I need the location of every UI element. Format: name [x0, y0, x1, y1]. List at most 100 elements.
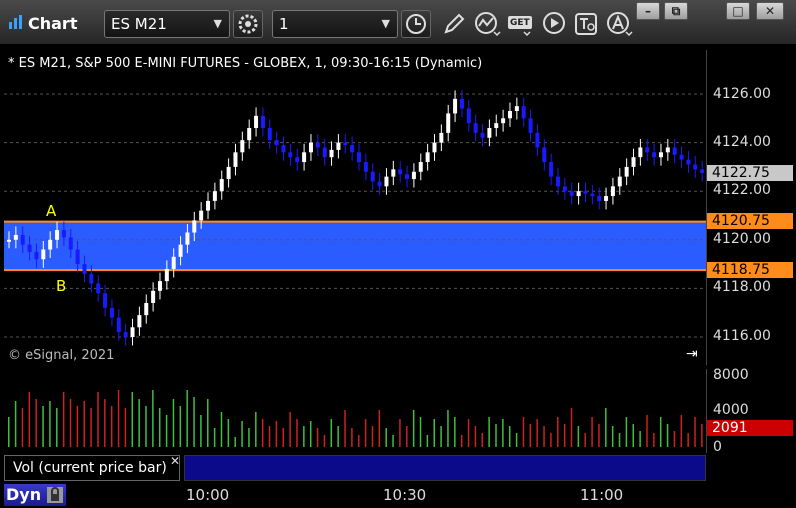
- volume-bar: [110, 406, 113, 447]
- volume-bar: [419, 417, 422, 447]
- candle-body: [638, 147, 643, 158]
- symbol-selector[interactable]: ES M21 ▼: [104, 10, 230, 38]
- volume-bar: [172, 399, 175, 447]
- candle-body: [68, 237, 73, 250]
- close-button[interactable]: ✕: [756, 2, 784, 20]
- candle-body: [583, 191, 588, 194]
- volume-bar: [625, 417, 628, 447]
- settings-gear-button[interactable]: [233, 10, 263, 38]
- candle-body: [109, 307, 114, 318]
- candle-body: [308, 142, 313, 153]
- volume-bar: [508, 426, 511, 447]
- volume-bar: [392, 435, 394, 447]
- minimize-button[interactable]: –: [636, 2, 660, 20]
- candle-body: [192, 220, 197, 233]
- candle-body: [260, 115, 265, 129]
- dyn-label: Dyn: [6, 485, 42, 504]
- volume-bar: [515, 433, 518, 447]
- candle-body: [556, 176, 561, 187]
- volume-bar: [207, 399, 209, 447]
- volume-bar: [399, 419, 401, 447]
- volume-bar: [598, 424, 600, 447]
- volume-bar: [56, 408, 58, 447]
- candle-body: [164, 268, 169, 282]
- candle-body: [473, 123, 478, 133]
- clock-button[interactable]: [401, 10, 431, 38]
- candle-body: [370, 171, 375, 182]
- volume-bar: [502, 419, 504, 447]
- zone-top-tag: 4120.75: [707, 213, 793, 229]
- label-b: B: [56, 277, 67, 295]
- maximize-button[interactable]: □: [726, 2, 750, 20]
- candle-body: [501, 118, 506, 124]
- volume-bar: [694, 417, 696, 447]
- chart-caption: * ES M21, S&P 500 E-MINI FUTURES - GLOBE…: [8, 56, 483, 71]
- candle-body: [171, 256, 176, 269]
- volume-bar: [186, 390, 188, 447]
- candle-body: [315, 142, 320, 148]
- candle-body: [82, 264, 87, 274]
- candle-body: [432, 142, 437, 153]
- volume-bar: [618, 433, 621, 447]
- last-volume-tag: 2091: [707, 420, 793, 436]
- volume-bar: [364, 419, 367, 447]
- restore-button[interactable]: ⧉: [664, 2, 688, 20]
- interval-value: 1: [279, 15, 289, 33]
- studies-button[interactable]: [472, 10, 502, 38]
- volume-bar: [577, 426, 580, 447]
- restore-icon: ⧉: [671, 4, 681, 18]
- price-chart[interactable]: [4, 50, 706, 365]
- candle-body: [446, 113, 451, 133]
- volume-bar: [158, 408, 161, 447]
- candle-body: [41, 249, 46, 260]
- volume-bar: [570, 408, 573, 447]
- volume-bar: [673, 431, 676, 447]
- volume-axis[interactable]: 8000 4000 2091 0: [706, 367, 793, 455]
- candle-body: [226, 166, 231, 180]
- candle-body: [89, 273, 94, 284]
- volume-bar: [646, 415, 648, 447]
- draw-tool-button[interactable]: [438, 10, 468, 38]
- alert-button[interactable]: [604, 10, 634, 38]
- volume-bar: [488, 417, 490, 447]
- volume-bar: [522, 417, 525, 447]
- candle-body: [240, 140, 245, 153]
- candle-body: [514, 106, 519, 112]
- candle-body: [233, 152, 238, 167]
- candle-body: [288, 152, 293, 158]
- volume-bar: [296, 419, 298, 447]
- volume-bar: [440, 426, 442, 447]
- volume-bar: [406, 426, 408, 447]
- candle-body: [480, 132, 485, 138]
- candle-body: [61, 230, 66, 238]
- volume-bar: [213, 428, 216, 447]
- interval-selector[interactable]: 1 ▼: [272, 10, 398, 38]
- dynamic-mode-button[interactable]: Dyn: [4, 484, 66, 506]
- play-button[interactable]: [540, 10, 570, 38]
- volume-bar: [474, 426, 477, 447]
- text-tool-icon: [575, 13, 597, 35]
- price-label: 4118.00: [713, 279, 771, 295]
- candle-body: [466, 108, 471, 124]
- volume-bar: [467, 419, 470, 447]
- candle-body: [549, 162, 554, 177]
- close-study-icon[interactable]: ✕: [170, 454, 180, 468]
- candle-body: [103, 293, 108, 308]
- get-data-button[interactable]: GET: [506, 10, 536, 38]
- candle-body: [405, 174, 410, 180]
- candle-body: [686, 159, 691, 165]
- volume-bar: [680, 415, 683, 447]
- scroll-to-end-icon[interactable]: ⇥: [686, 346, 698, 362]
- volume-bar: [234, 437, 236, 447]
- time-axis[interactable]: 10:00 10:30 11:00: [0, 482, 796, 508]
- price-axis[interactable]: 4126.00 4124.00 4122.75 4122.00 4120.75 …: [706, 50, 793, 365]
- minimize-icon: –: [645, 4, 651, 18]
- volume-chart[interactable]: [4, 369, 706, 453]
- alert-icon: [607, 12, 633, 37]
- volume-bar: [344, 410, 346, 447]
- volume-bar: [76, 406, 79, 447]
- volume-bar: [639, 431, 641, 447]
- text-tool-button[interactable]: [572, 10, 602, 38]
- candle-body: [590, 193, 595, 197]
- candle-body: [247, 128, 252, 141]
